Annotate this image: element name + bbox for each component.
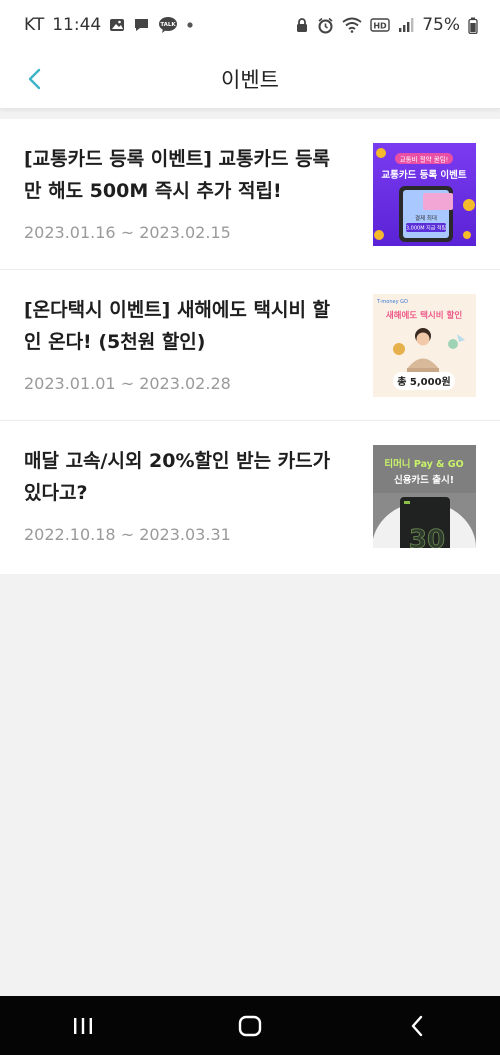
back-nav-button[interactable] bbox=[387, 1006, 447, 1046]
notification-dot-icon bbox=[186, 21, 194, 29]
lock-icon bbox=[295, 17, 309, 33]
recent-apps-icon bbox=[74, 1017, 93, 1034]
hd-label: HD bbox=[374, 22, 388, 31]
event-date: 2022.10.18 ~ 2023.03.31 bbox=[24, 525, 231, 544]
page-title: 이벤트 bbox=[221, 68, 279, 92]
thumb-sub2-text: 3,000M 지급 적립 bbox=[406, 225, 446, 232]
event-item-pay-go-card[interactable]: 매달 고속/시외 20%할인 받는 카드가 있다고? 2022.10.18 ~ … bbox=[0, 421, 500, 574]
thumb-card-text: 30 bbox=[409, 525, 445, 548]
event-thumbnail: 교통비 절약 꿀팁! 교통카드 등록 이벤트 결제 최대 3,000M 지급 적… bbox=[373, 143, 476, 246]
message-icon bbox=[133, 17, 150, 33]
thumb-line2-text: 신용카드 출시! bbox=[394, 474, 454, 486]
talk-label: TALK bbox=[161, 22, 177, 28]
event-date: 2023.01.16 ~ 2023.02.15 bbox=[24, 223, 231, 242]
home-button[interactable] bbox=[220, 1006, 280, 1046]
event-list: [교통카드 등록 이벤트] 교통카드 등록만 해도 500M 즉시 추가 적립!… bbox=[0, 119, 500, 574]
thumb-amount-text: 총 5,000원 bbox=[397, 375, 451, 388]
signal-icon bbox=[398, 17, 414, 33]
wifi-icon bbox=[342, 17, 362, 33]
gallery-icon bbox=[109, 17, 125, 33]
back-button[interactable] bbox=[18, 62, 52, 96]
thumb-main-text: 교통카드 등록 이벤트 bbox=[381, 169, 467, 181]
event-date: 2023.01.01 ~ 2023.02.28 bbox=[24, 374, 231, 393]
clock: 11:44 bbox=[52, 15, 102, 35]
thumb-sub1-text: 결제 최대 bbox=[415, 214, 437, 222]
chevron-left-icon bbox=[28, 68, 41, 90]
battery-percent: 75% bbox=[422, 15, 460, 35]
event-thumbnail: 티머니 Pay & GO 신용카드 출시! 30 bbox=[373, 445, 476, 548]
hd-voice-icon: HD bbox=[370, 17, 390, 33]
event-title: [교통카드 등록 이벤트] 교통카드 등록만 해도 500M 즉시 추가 적립! bbox=[24, 148, 331, 202]
event-item-transit-card[interactable]: [교통카드 등록 이벤트] 교통카드 등록만 해도 500M 즉시 추가 적립!… bbox=[0, 119, 500, 270]
system-nav-bar bbox=[0, 996, 500, 1055]
event-title: 매달 고속/시외 20%할인 받는 카드가 있다고? bbox=[24, 450, 331, 504]
home-icon bbox=[238, 1015, 262, 1036]
status-left: KT 11:44 TALK bbox=[24, 15, 194, 35]
alarm-icon bbox=[317, 17, 334, 34]
app-header: 이벤트 bbox=[0, 50, 500, 109]
thumb-top-text: 교통비 절약 꿀팁! bbox=[400, 155, 449, 164]
thumb-main-text: 새해에도 택시비 할인 bbox=[386, 310, 462, 321]
event-item-onda-taxi[interactable]: [온다택시 이벤트] 새해에도 택시비 할인 온다! (5천원 할인) 2023… bbox=[0, 270, 500, 421]
carrier-label: KT bbox=[24, 15, 45, 35]
kakaotalk-icon: TALK bbox=[158, 16, 178, 34]
status-right: HD 75% bbox=[295, 15, 478, 35]
status-bar: KT 11:44 TALK HD 75% bbox=[0, 0, 500, 50]
back-arrow-icon bbox=[411, 1015, 422, 1036]
event-thumbnail: T-money GO 새해에도 택시비 할인 총 5,000원 bbox=[373, 294, 476, 397]
thumb-line1-text: 티머니 Pay & GO bbox=[384, 458, 463, 470]
recent-apps-button[interactable] bbox=[53, 1006, 113, 1046]
battery-icon bbox=[468, 17, 478, 34]
event-title: [온다택시 이벤트] 새해에도 택시비 할인 온다! (5천원 할인) bbox=[24, 299, 331, 353]
thumb-brand-text: T-money GO bbox=[376, 299, 408, 305]
